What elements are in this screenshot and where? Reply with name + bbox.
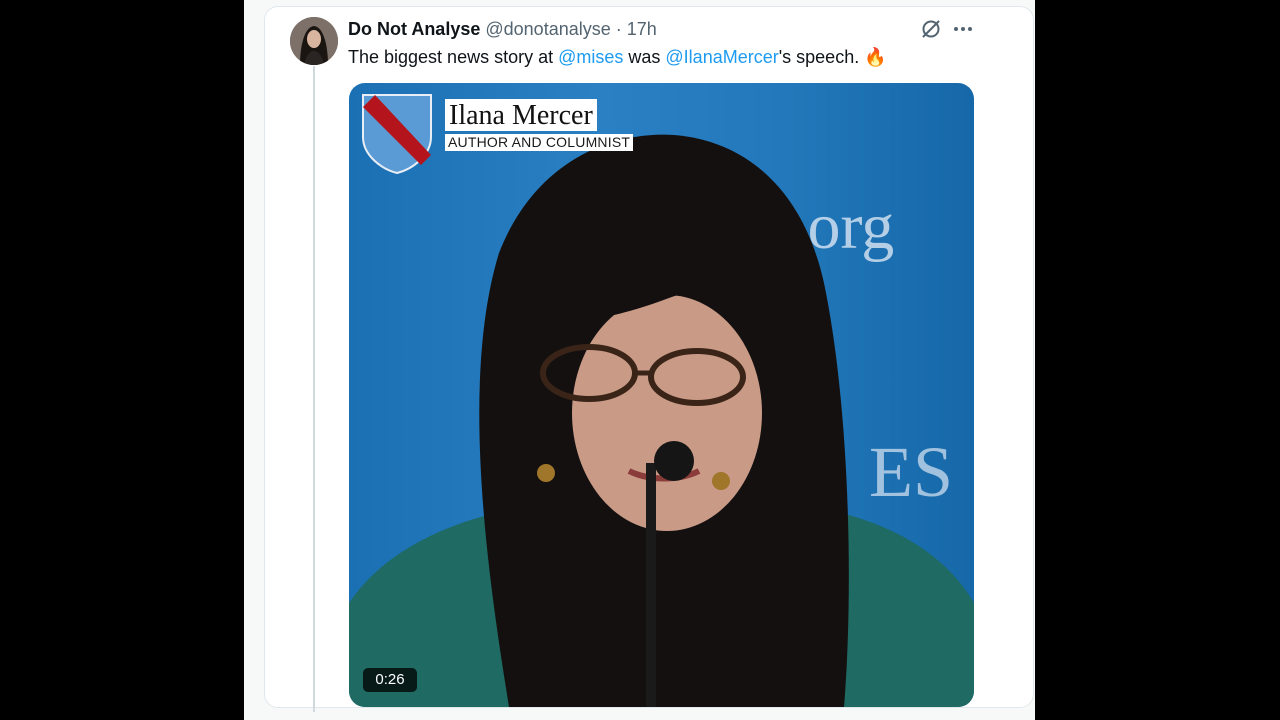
handle[interactable]: @donotanalyse (485, 19, 610, 39)
tweet-text-part: was (623, 47, 666, 67)
tweet-header: Do Not Analyse @donotanalyse · 17h (348, 18, 657, 40)
timestamp[interactable]: 17h (627, 19, 657, 39)
more-icon[interactable] (951, 17, 975, 41)
lower-third-subtitle: AUTHOR AND COLUMNIST (445, 134, 634, 151)
fire-emoji: 🔥 (864, 47, 887, 67)
thread-line (313, 66, 315, 712)
mention-mises[interactable]: @mises (558, 47, 623, 67)
video-duration: 0:26 (363, 668, 417, 692)
avatar[interactable] (290, 17, 338, 65)
display-name[interactable]: Do Not Analyse (348, 19, 480, 39)
tweet-text-part: 's speech. (778, 47, 865, 67)
speaker-figure (349, 134, 974, 707)
video-player[interactable]: .org ES Ilana Mercer AUTHOR AND COLUMNIS… (349, 83, 974, 707)
tweet-text: The biggest news story at @mises was @Il… (348, 45, 948, 69)
avatar-image (290, 17, 338, 65)
grok-icon[interactable] (919, 17, 943, 41)
lower-third-name: Ilana Mercer (445, 99, 597, 131)
mention-ilanamercer[interactable]: @IlanaMercer (665, 47, 778, 67)
shield-logo (362, 94, 432, 175)
separator: · (615, 19, 622, 39)
tweet-text-part: The biggest news story at (348, 47, 559, 67)
